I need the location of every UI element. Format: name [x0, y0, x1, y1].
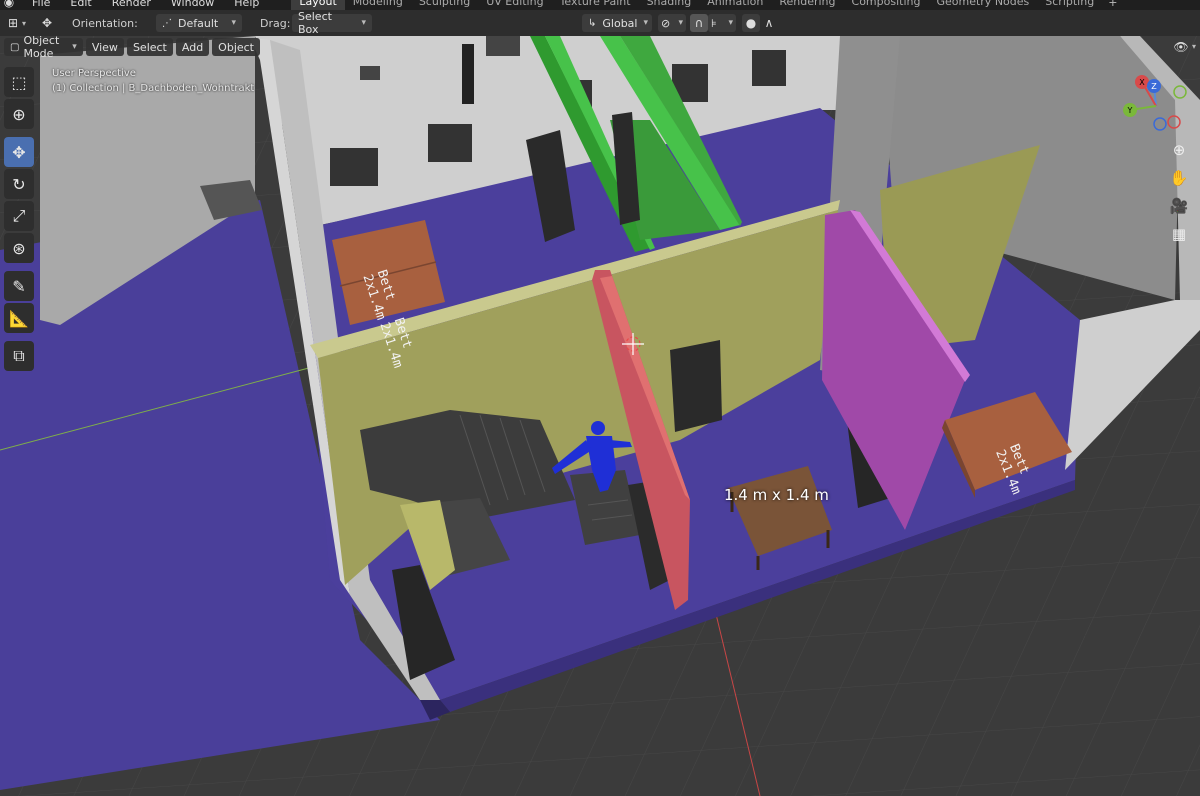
object-mode-icon: ▢: [10, 41, 20, 53]
tab-scripting[interactable]: Scripting: [1037, 0, 1102, 10]
menu-edit[interactable]: Edit: [60, 0, 101, 9]
camera-icon[interactable]: 🎥: [1166, 194, 1192, 218]
window: [428, 124, 472, 162]
snap-dropdown[interactable]: ⊧ ▾: [708, 14, 736, 32]
menu-object[interactable]: Object: [212, 38, 260, 56]
menu-select[interactable]: Select: [126, 38, 173, 56]
viewport-header-right: 👁 ▾: [1172, 38, 1196, 56]
snap-toggle-icon[interactable]: ∩: [690, 14, 708, 32]
tab-sculpting[interactable]: Sculpting: [411, 0, 478, 10]
tab-texture-paint[interactable]: Texture Paint: [552, 0, 639, 10]
chevron-down-icon: ▾: [231, 18, 236, 28]
menu-help[interactable]: Help: [224, 0, 269, 9]
add-workspace-button[interactable]: +: [1102, 0, 1123, 9]
navigation-buttons: ⊕ ✋ 🎥 ▦: [1166, 138, 1192, 246]
tab-shading[interactable]: Shading: [639, 0, 700, 10]
object-mode-dropdown[interactable]: ▢ Object Mode ▾: [4, 34, 83, 60]
menu-add[interactable]: Add: [175, 38, 210, 56]
tool-header: ⊞ ▾ ✥ Orientation: ⋰ Default ▾ Drag: Sele…: [0, 10, 1200, 36]
axes-icon: ↳: [588, 17, 597, 29]
scale-icon[interactable]: ⤢: [4, 201, 34, 231]
measure-icon[interactable]: 📐: [4, 303, 34, 333]
transform-icon[interactable]: ⊛: [4, 233, 34, 263]
blender-logo-icon[interactable]: ◉: [2, 0, 16, 9]
menu-window[interactable]: Window: [161, 0, 224, 9]
viewport-info: User Perspective (1) Collection | B_Dach…: [52, 66, 254, 96]
menu-view[interactable]: View: [85, 38, 124, 56]
window: [752, 50, 786, 86]
window: [360, 66, 380, 80]
cabinet: [670, 340, 722, 432]
menu-file[interactable]: File: [22, 0, 60, 9]
grid-view-icon[interactable]: ▦: [1166, 222, 1192, 246]
3d-viewport[interactable]: 1.4 m x 1.4 m Bett 2x1.4m Bett 2x1.4m Be…: [0, 36, 1200, 796]
neg-z-handle[interactable]: [1153, 117, 1167, 131]
tab-modeling[interactable]: Modeling: [345, 0, 411, 10]
proportional-edit-icon[interactable]: ●: [742, 14, 760, 32]
tab-rendering[interactable]: Rendering: [771, 0, 843, 10]
navigation-gizmo[interactable]: X Z Y: [1118, 72, 1198, 148]
pan-hand-icon[interactable]: ✋: [1166, 166, 1192, 190]
drag-dropdown[interactable]: Select Box ▾: [292, 10, 372, 36]
svg-text:X: X: [1139, 78, 1145, 87]
table-dimension-label: 1.4 m x 1.4 m: [724, 486, 829, 504]
orientation-label: Orientation:: [72, 16, 138, 30]
window: [330, 148, 378, 186]
window: [486, 36, 520, 56]
tab-compositing[interactable]: Compositing: [844, 0, 929, 10]
chevron-down-icon: ▾: [643, 18, 649, 28]
svg-text:Z: Z: [1151, 82, 1157, 91]
editor-type-button[interactable]: ⊞ ▾: [4, 14, 26, 32]
cursor-icon[interactable]: ⊕: [4, 99, 34, 129]
move-icon[interactable]: ✥: [4, 137, 34, 167]
perspective-label: User Perspective: [52, 68, 136, 79]
move-tool-icon[interactable]: ✥: [38, 14, 56, 32]
tab-geometry-nodes[interactable]: Geometry Nodes: [928, 0, 1037, 10]
falloff-curve-icon[interactable]: ∧: [760, 14, 778, 32]
visibility-eye-icon[interactable]: 👁: [1172, 38, 1190, 56]
neg-x-handle[interactable]: [1167, 115, 1181, 129]
wall-slot: [462, 44, 474, 104]
editor-type-icon: ⊞: [7, 16, 19, 30]
select-box-icon[interactable]: ⬚: [4, 67, 34, 97]
orientation-dropdown[interactable]: ⋰ Default ▾: [156, 14, 242, 32]
pivot-icon: ⊘: [661, 16, 671, 30]
pivot-point-dropdown[interactable]: ⊘ ▾: [658, 14, 686, 32]
tab-layout[interactable]: Layout: [291, 0, 345, 10]
menu-render[interactable]: Render: [102, 0, 161, 9]
zoom-icon[interactable]: ⊕: [1166, 138, 1192, 162]
chevron-down-icon: ▾: [361, 18, 366, 28]
scene-canvas[interactable]: [0, 36, 1200, 796]
neg-y-handle[interactable]: [1173, 85, 1187, 99]
viewport-header: ▢ Object Mode ▾ View Select Add Object: [0, 34, 260, 60]
snap-target-icon: ⊧: [711, 16, 717, 30]
add-cube-icon[interactable]: ⧉: [4, 341, 34, 371]
chevron-down-icon[interactable]: ▾: [1192, 38, 1196, 56]
svg-text:Y: Y: [1127, 106, 1133, 115]
top-menu-bar: ◉ File Edit Render Window Help Layout Mo…: [0, 0, 1200, 10]
tab-animation[interactable]: Animation: [699, 0, 771, 10]
transform-orientation-dropdown[interactable]: ↳ Global ▾: [582, 14, 652, 32]
chevron-down-icon: ▾: [72, 42, 77, 52]
annotate-icon[interactable]: ✎: [4, 271, 34, 301]
toolbar-left: ⬚ ⊕ ✥ ↻ ⤢ ⊛ ✎ 📐 ⧉: [2, 66, 36, 372]
collection-label: (1) Collection | B_Dachboden_Wohntrakt: [52, 83, 255, 94]
orientation-icon: ⋰: [162, 17, 172, 29]
tab-uv-editing[interactable]: UV Editing: [478, 0, 551, 10]
drag-label: Drag:: [260, 16, 291, 30]
rotate-icon[interactable]: ↻: [4, 169, 34, 199]
